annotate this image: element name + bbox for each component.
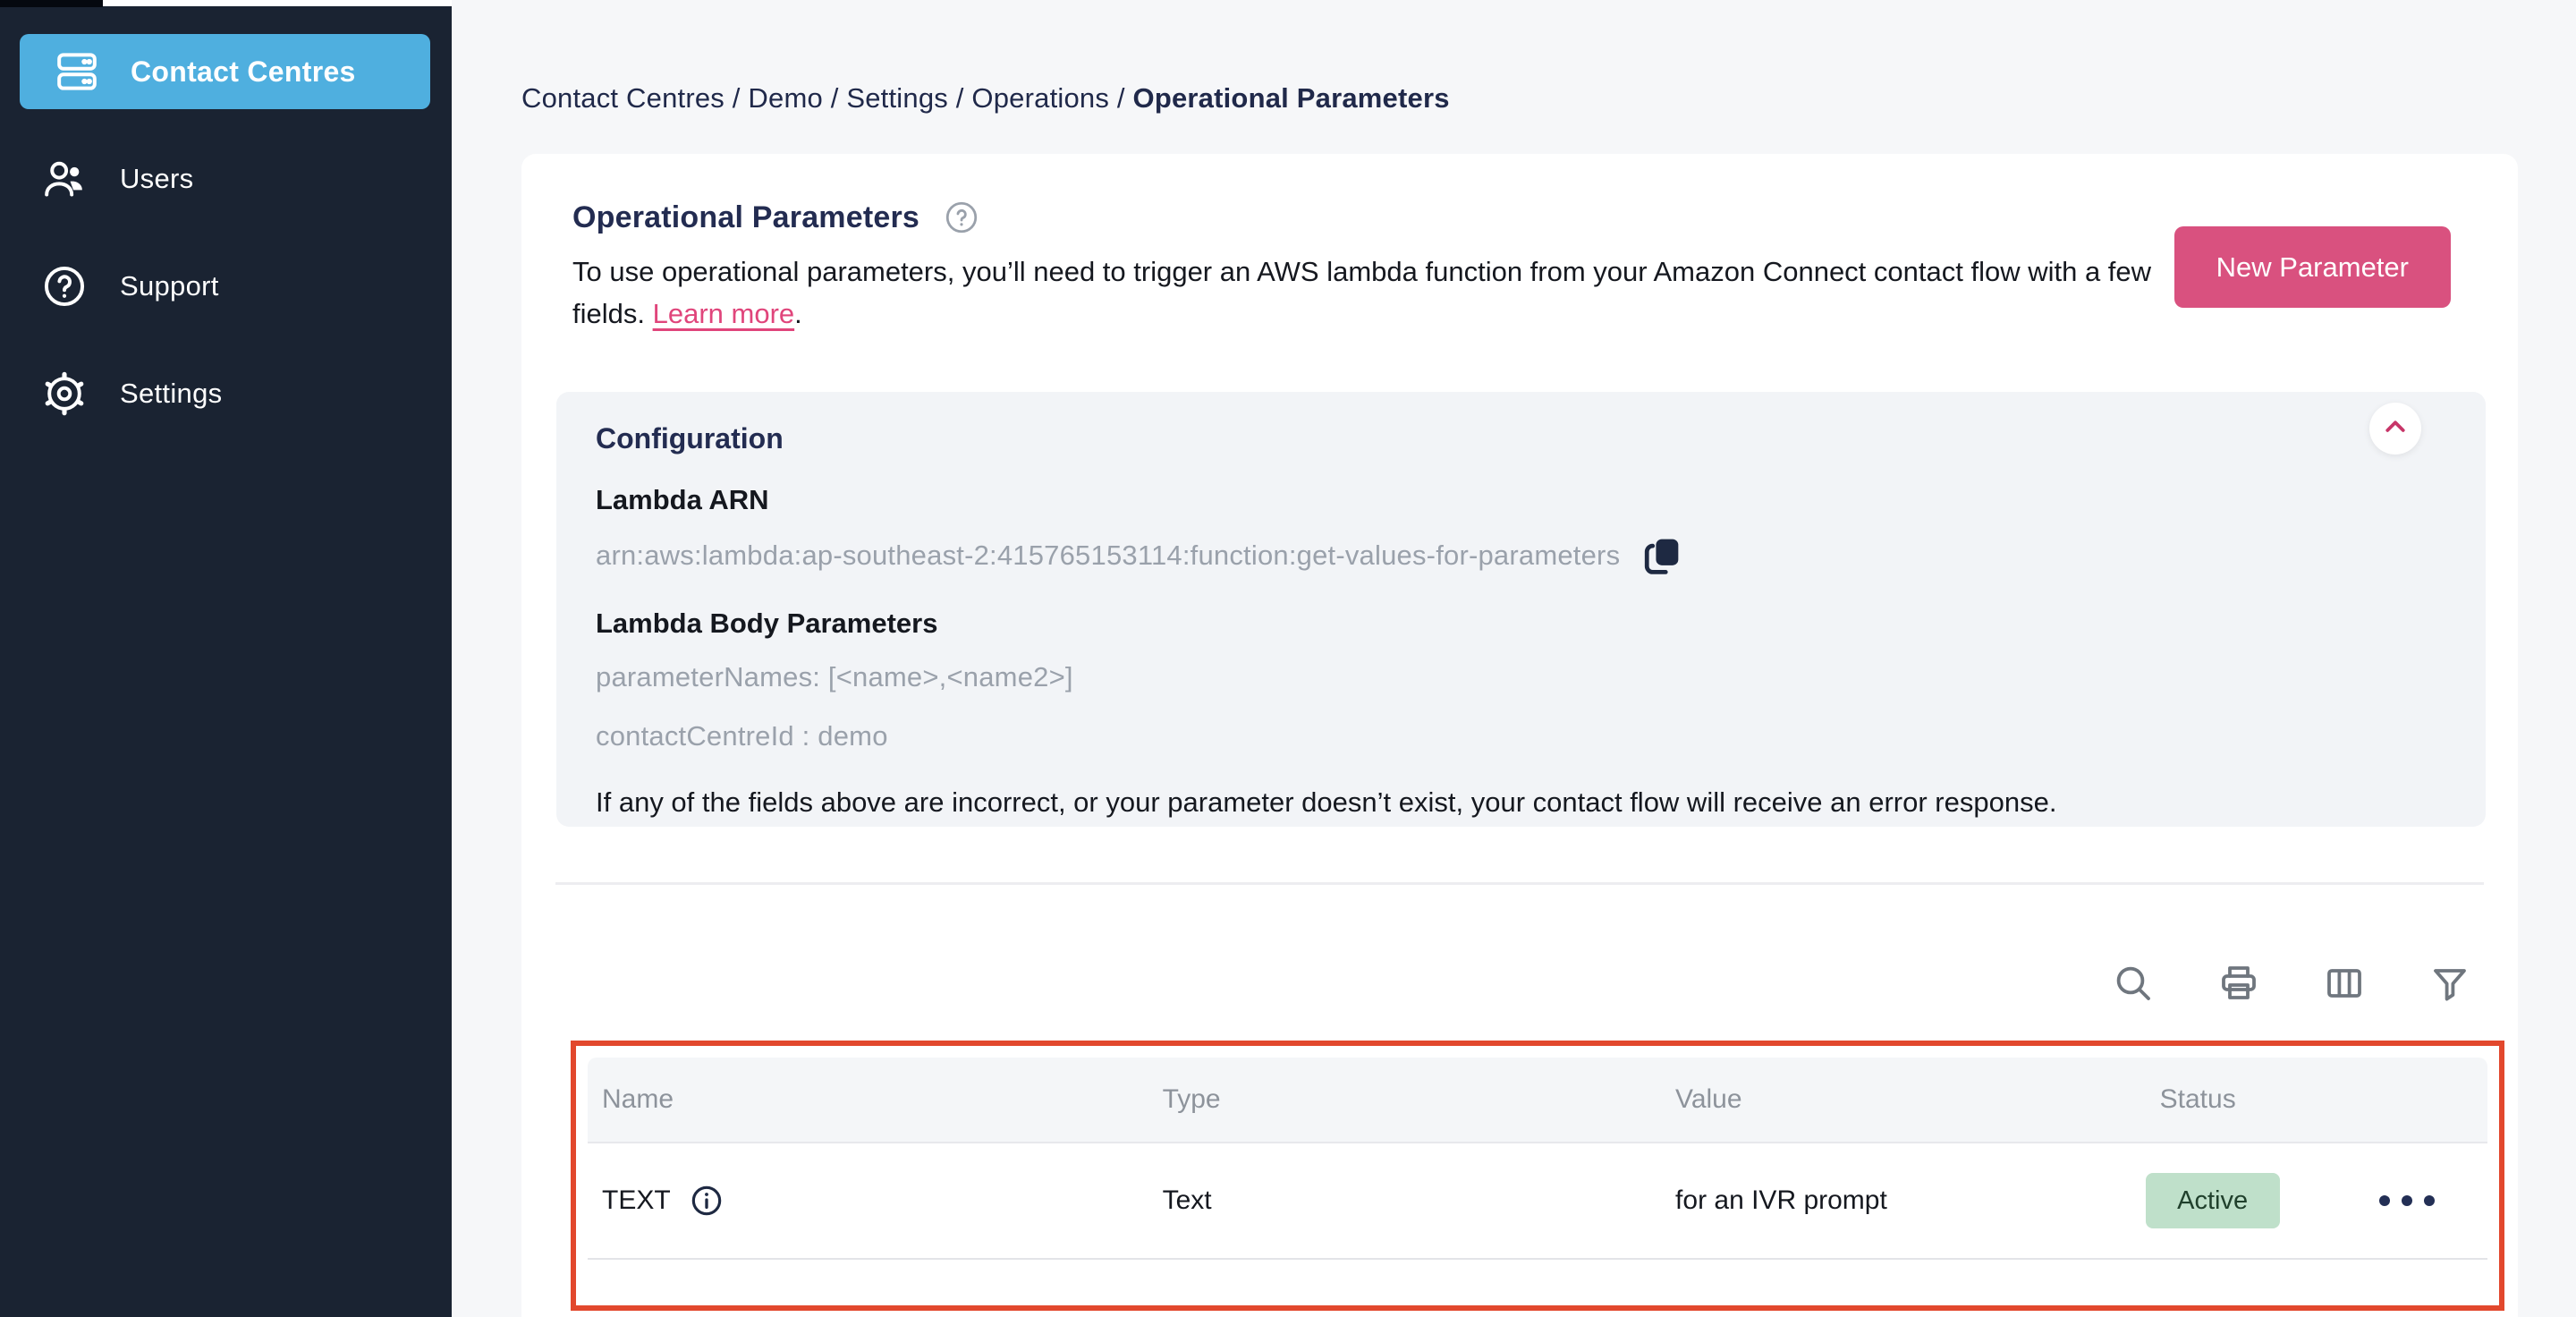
parameter-name: TEXT bbox=[602, 1185, 671, 1215]
print-icon[interactable] bbox=[2217, 962, 2260, 1005]
help-circle-icon bbox=[39, 261, 89, 311]
column-header-type[interactable]: Type bbox=[1148, 1084, 1661, 1115]
operational-parameters-card: Operational Parameters To use operationa… bbox=[521, 154, 2518, 1317]
sidebar-item-label: Support bbox=[120, 270, 219, 302]
parameters-table-highlight: Name Type Value Status TEXT Text for an … bbox=[571, 1041, 2504, 1311]
page-title: Operational Parameters bbox=[572, 200, 920, 234]
help-circle-icon[interactable] bbox=[943, 199, 980, 236]
sidebar-item-users[interactable]: Users bbox=[20, 141, 430, 217]
column-header-value[interactable]: Value bbox=[1661, 1084, 2146, 1115]
sidebar-item-label: Contact Centres bbox=[131, 55, 356, 88]
parameter-value: for an IVR prompt bbox=[1675, 1185, 1887, 1215]
gear-icon bbox=[39, 369, 89, 419]
breadcrumb-current: Operational Parameters bbox=[1132, 82, 1450, 114]
view-columns-icon[interactable] bbox=[2323, 962, 2366, 1005]
body-parameter-names: parameterNames: [<name>,<name2>] bbox=[596, 661, 1073, 692]
lambda-arn-value: arn:aws:lambda:ap-southeast-2:4157651531… bbox=[596, 540, 1621, 571]
sidebar-item-settings[interactable]: Settings bbox=[20, 356, 430, 431]
sidebar-item-support[interactable]: Support bbox=[20, 249, 430, 324]
sidebar: Contact Centres Users Support Settings bbox=[0, 0, 452, 1317]
users-icon bbox=[39, 154, 89, 204]
chevron-up-icon bbox=[2378, 410, 2412, 448]
table-header-row: Name Type Value Status bbox=[588, 1058, 2487, 1143]
section-divider bbox=[555, 882, 2484, 885]
configuration-warning: If any of the fields above are incorrect… bbox=[596, 786, 2057, 818]
configuration-title: Configuration bbox=[596, 422, 784, 455]
sidebar-item-label: Settings bbox=[120, 378, 223, 409]
lambda-body-label: Lambda Body Parameters bbox=[596, 608, 938, 639]
parameter-type: Text bbox=[1162, 1185, 1212, 1215]
lambda-arn-label: Lambda ARN bbox=[596, 484, 769, 515]
sidebar-item-contact-centres[interactable]: Contact Centres bbox=[20, 34, 430, 109]
column-header-status[interactable]: Status bbox=[2146, 1084, 2355, 1115]
table-toolbar bbox=[521, 962, 2471, 1005]
description-line-2: fields. Learn more. bbox=[572, 298, 802, 329]
ellipsis-icon[interactable] bbox=[2354, 1195, 2487, 1206]
window-edge-artifact bbox=[103, 0, 452, 6]
description-line-1: To use operational parameters, you’ll ne… bbox=[572, 256, 2152, 287]
row-divider bbox=[588, 1258, 2487, 1260]
learn-more-link[interactable]: Learn more bbox=[653, 298, 795, 329]
info-icon[interactable] bbox=[689, 1183, 724, 1219]
table-row[interactable]: TEXT Text for an IVR prompt Active bbox=[588, 1143, 2487, 1258]
configuration-panel: Configuration Lambda ARN arn:aws:lambda:… bbox=[556, 392, 2486, 827]
new-parameter-button[interactable]: New Parameter bbox=[2174, 226, 2451, 308]
copy-icon[interactable] bbox=[1640, 532, 1686, 579]
server-stack-icon bbox=[52, 47, 102, 97]
window-edge-artifact bbox=[0, 0, 103, 7]
status-badge: Active bbox=[2145, 1173, 2280, 1228]
body-parameter-contact-centre-id: contactCentreId : demo bbox=[596, 720, 888, 752]
main-content: Contact Centres / Demo / Settings / Oper… bbox=[452, 0, 2576, 1317]
collapse-configuration-button[interactable] bbox=[2369, 403, 2421, 455]
breadcrumb-path: Contact Centres / Demo / Settings / Oper… bbox=[521, 82, 1133, 114]
search-icon[interactable] bbox=[2112, 962, 2155, 1005]
sidebar-item-label: Users bbox=[120, 163, 194, 194]
column-header-name[interactable]: Name bbox=[588, 1084, 1148, 1115]
page-description: To use operational parameters, you’ll ne… bbox=[572, 251, 2343, 335]
breadcrumb[interactable]: Contact Centres / Demo / Settings / Oper… bbox=[452, 0, 2576, 115]
filter-icon[interactable] bbox=[2428, 962, 2471, 1005]
